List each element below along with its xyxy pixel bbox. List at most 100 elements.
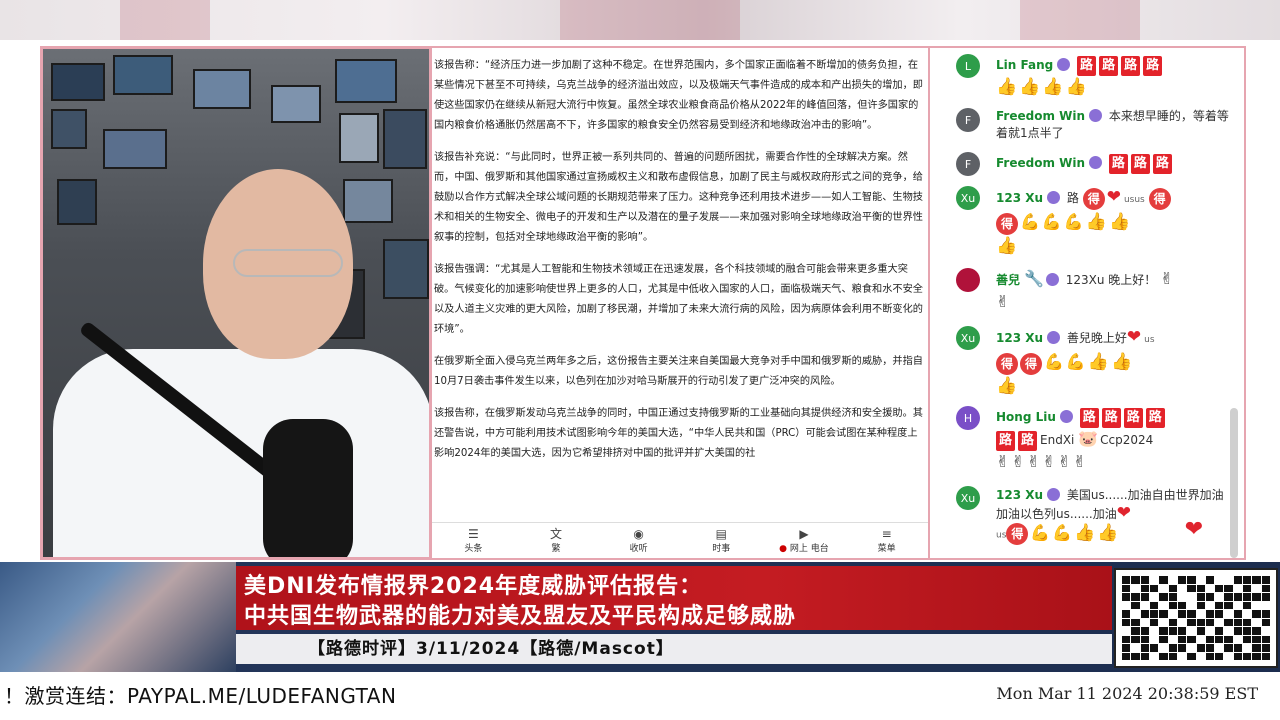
thumbs-up-icon: 👍 — [1042, 77, 1064, 97]
member-badge-icon — [1089, 156, 1103, 169]
bottom-ticker-bar: ！激赏连结：PAYPAL.ME/LUDEFANGTAN Mon Mar 11 2… — [0, 672, 1280, 720]
muscle-icon: 💪 — [1030, 522, 1051, 542]
heart-icon: ❤ — [1116, 503, 1131, 523]
wrench-icon: 🔧 — [1024, 269, 1044, 288]
broadcast-clock: Mon Mar 11 2024 20:38:59 EST — [996, 684, 1258, 703]
thumbs-up-icon: 👍 — [1097, 522, 1119, 543]
article-bottom-nav: ☰ 头条 文 繁 ◉ 收听 ▤ 时事 ▶ ● 网上 电台 ≡ 菜单 — [432, 522, 928, 558]
nav-current-affairs[interactable]: ▤ 时事 — [691, 527, 751, 554]
victory-hand-icon: ✌ — [1160, 269, 1174, 288]
get-emoji-icon: 得 — [1020, 352, 1042, 375]
nav-online-radio[interactable]: ▶ ● 网上 电台 — [774, 527, 834, 554]
nav-traditional[interactable]: 文 繁 — [526, 527, 586, 554]
heart-icon: ❤ — [1106, 187, 1121, 207]
thumbs-up-icon: 👍 — [996, 235, 1018, 256]
translate-icon: 文 — [549, 527, 562, 541]
chat-message: 善兒 🔧 123Xu 晚上好！ ✌ ✌ — [930, 268, 1230, 314]
get-emoji-icon: 得 — [1006, 523, 1029, 545]
lower-third: 美DNI发布情报界2024年度威胁评估报告： 中共国生物武器的能力对美及盟友及平… — [0, 562, 1280, 672]
chat-message: L Lin Fang 路路路路 👍 👍 👍 👍 — [930, 54, 1230, 99]
victory-hand-icon: ✌ — [1042, 452, 1056, 471]
nav-listen[interactable]: ◉ 收听 — [609, 527, 669, 554]
road-emoji-icon: 路 — [1123, 408, 1143, 428]
avatar: Xu — [956, 486, 980, 510]
road-emoji-icon: 路 — [1099, 56, 1119, 76]
member-badge-icon — [1047, 331, 1061, 344]
nav-label: 菜单 — [877, 544, 896, 554]
road-emoji-icon: 路 — [1079, 408, 1099, 428]
thumbs-up-icon: 👍 — [1074, 522, 1096, 543]
avatar: Xu — [956, 186, 980, 210]
road-emoji-icon: 路 — [1108, 154, 1128, 174]
chat-text-suffix: us — [1144, 335, 1155, 345]
get-emoji-icon: 得 — [1148, 187, 1171, 210]
headline-line-2: 中共国生物武器的能力对美及盟友及平民构成足够威胁 — [244, 604, 797, 629]
road-emoji-icon: 路 — [1143, 56, 1163, 76]
news-icon: ▤ — [715, 527, 727, 541]
muscle-icon: 💪 — [1065, 352, 1086, 371]
chat-text-suffix: us — [996, 530, 1007, 541]
article-paragraph-4: 在俄罗斯全面入侵乌克兰两年多之后，这份报告主要关注来自美国最大竞争对手中国和俄罗… — [434, 356, 923, 387]
chat-message: F Freedom Win 路路路 — [930, 152, 1230, 176]
nav-label: 头条 — [464, 544, 483, 554]
chat-text: 路 — [1066, 191, 1079, 205]
chat-author: 123 Xu — [996, 488, 1044, 502]
qr-code-icon — [1114, 568, 1278, 668]
victory-hand-icon: ✌ — [996, 452, 1010, 471]
avatar: F — [956, 152, 980, 176]
chat-author: Freedom Win — [996, 156, 1086, 170]
chat-text: 善兒晚上好 — [1066, 331, 1127, 345]
muscle-icon: 💪 — [1052, 522, 1073, 542]
thumbs-up-icon: 👍 — [1019, 77, 1041, 97]
thumbs-up-icon: 👍 — [1087, 352, 1110, 372]
chat-text: EndXi — [1040, 433, 1075, 447]
article-paragraph-5: 该报告称，在俄罗斯发动乌克兰战争的同时，中国正通过支持俄罗斯的工业基础向其提供经… — [434, 408, 923, 459]
city-skyline-image — [0, 562, 236, 672]
chat-message: H Hong Liu 路路路路 路路 EndXi 🐷 Ccp2024 ✌ ✌ ✌ ✌ ✌ ✌ — [930, 406, 1230, 474]
road-emoji-icon: 路 — [996, 431, 1016, 451]
road-emoji-icon: 路 — [1101, 408, 1121, 428]
thumbs-up-icon: 👍 — [996, 77, 1018, 97]
member-badge-icon — [1059, 410, 1073, 423]
member-badge-icon — [1089, 109, 1103, 122]
victory-hand-icon: ✌ — [1011, 452, 1025, 471]
chat-text: 123Xu 晚上好！ — [1065, 273, 1157, 287]
member-badge-icon — [1047, 191, 1061, 204]
muscle-icon: 💪 — [1041, 212, 1062, 231]
nav-label: 网上 电台 — [789, 544, 829, 554]
live-chat-panel[interactable]: L Lin Fang 路路路路 👍 👍 👍 👍 F Freedom Win 本来想早睡… — [930, 46, 1246, 560]
chat-message: F Freedom Win 本来想早睡的，等着等着就1点半了 — [930, 108, 1230, 142]
chat-author: Lin Fang — [996, 58, 1054, 72]
road-emoji-icon: 路 — [1145, 408, 1165, 428]
avatar: Xu — [956, 326, 980, 350]
chat-text-suffix: Ccp2024 — [1100, 433, 1154, 447]
chat-author: 123 Xu — [996, 191, 1044, 205]
nav-label: 时事 — [712, 544, 731, 554]
nav-label: 繁 — [551, 544, 561, 554]
nav-menu[interactable]: ≡ 菜单 — [857, 527, 917, 554]
play-icon: ▶ — [799, 527, 809, 541]
floating-heart-icon: ❤ — [1180, 516, 1208, 544]
nav-label: 收听 — [629, 544, 648, 554]
avatar: L — [956, 54, 980, 78]
member-badge-icon — [1057, 58, 1071, 71]
thumbs-up-icon: 👍 — [1065, 77, 1087, 97]
get-emoji-icon: 得 — [996, 352, 1018, 375]
nav-headline[interactable]: ☰ 头条 — [443, 527, 503, 554]
chat-author: Freedom Win — [996, 109, 1086, 123]
menu-icon: ≡ — [881, 527, 892, 541]
rose-avatar-icon — [956, 268, 980, 292]
victory-hand-icon: ✌ — [1057, 452, 1072, 471]
chat-author: 善兒 — [996, 273, 1021, 287]
chat-author: Hong Liu — [996, 410, 1056, 424]
victory-hand-icon: ✌ — [1073, 452, 1087, 471]
victory-hand-icon: ✌ — [996, 292, 1010, 311]
thumbs-up-icon: 👍 — [1108, 212, 1131, 232]
road-emoji-icon: 路 — [1077, 56, 1097, 76]
chat-message: Xu 123 Xu 善兒晚上好❤ us 得得 💪 💪 👍 👍 👍 — [930, 326, 1230, 398]
program-subtitle: 【路德时评】3/11/2024【路德/Mascot】 — [236, 634, 1112, 664]
article-panel: 该报告称：“经济压力进一步加剧了这种不稳定。在世界范围内，多个国家正面临着不断增… — [432, 46, 930, 560]
thumbs-up-icon: 👍 — [1085, 212, 1107, 232]
road-emoji-icon: 路 — [1152, 154, 1172, 174]
chat-scrollbar[interactable] — [1230, 408, 1238, 558]
